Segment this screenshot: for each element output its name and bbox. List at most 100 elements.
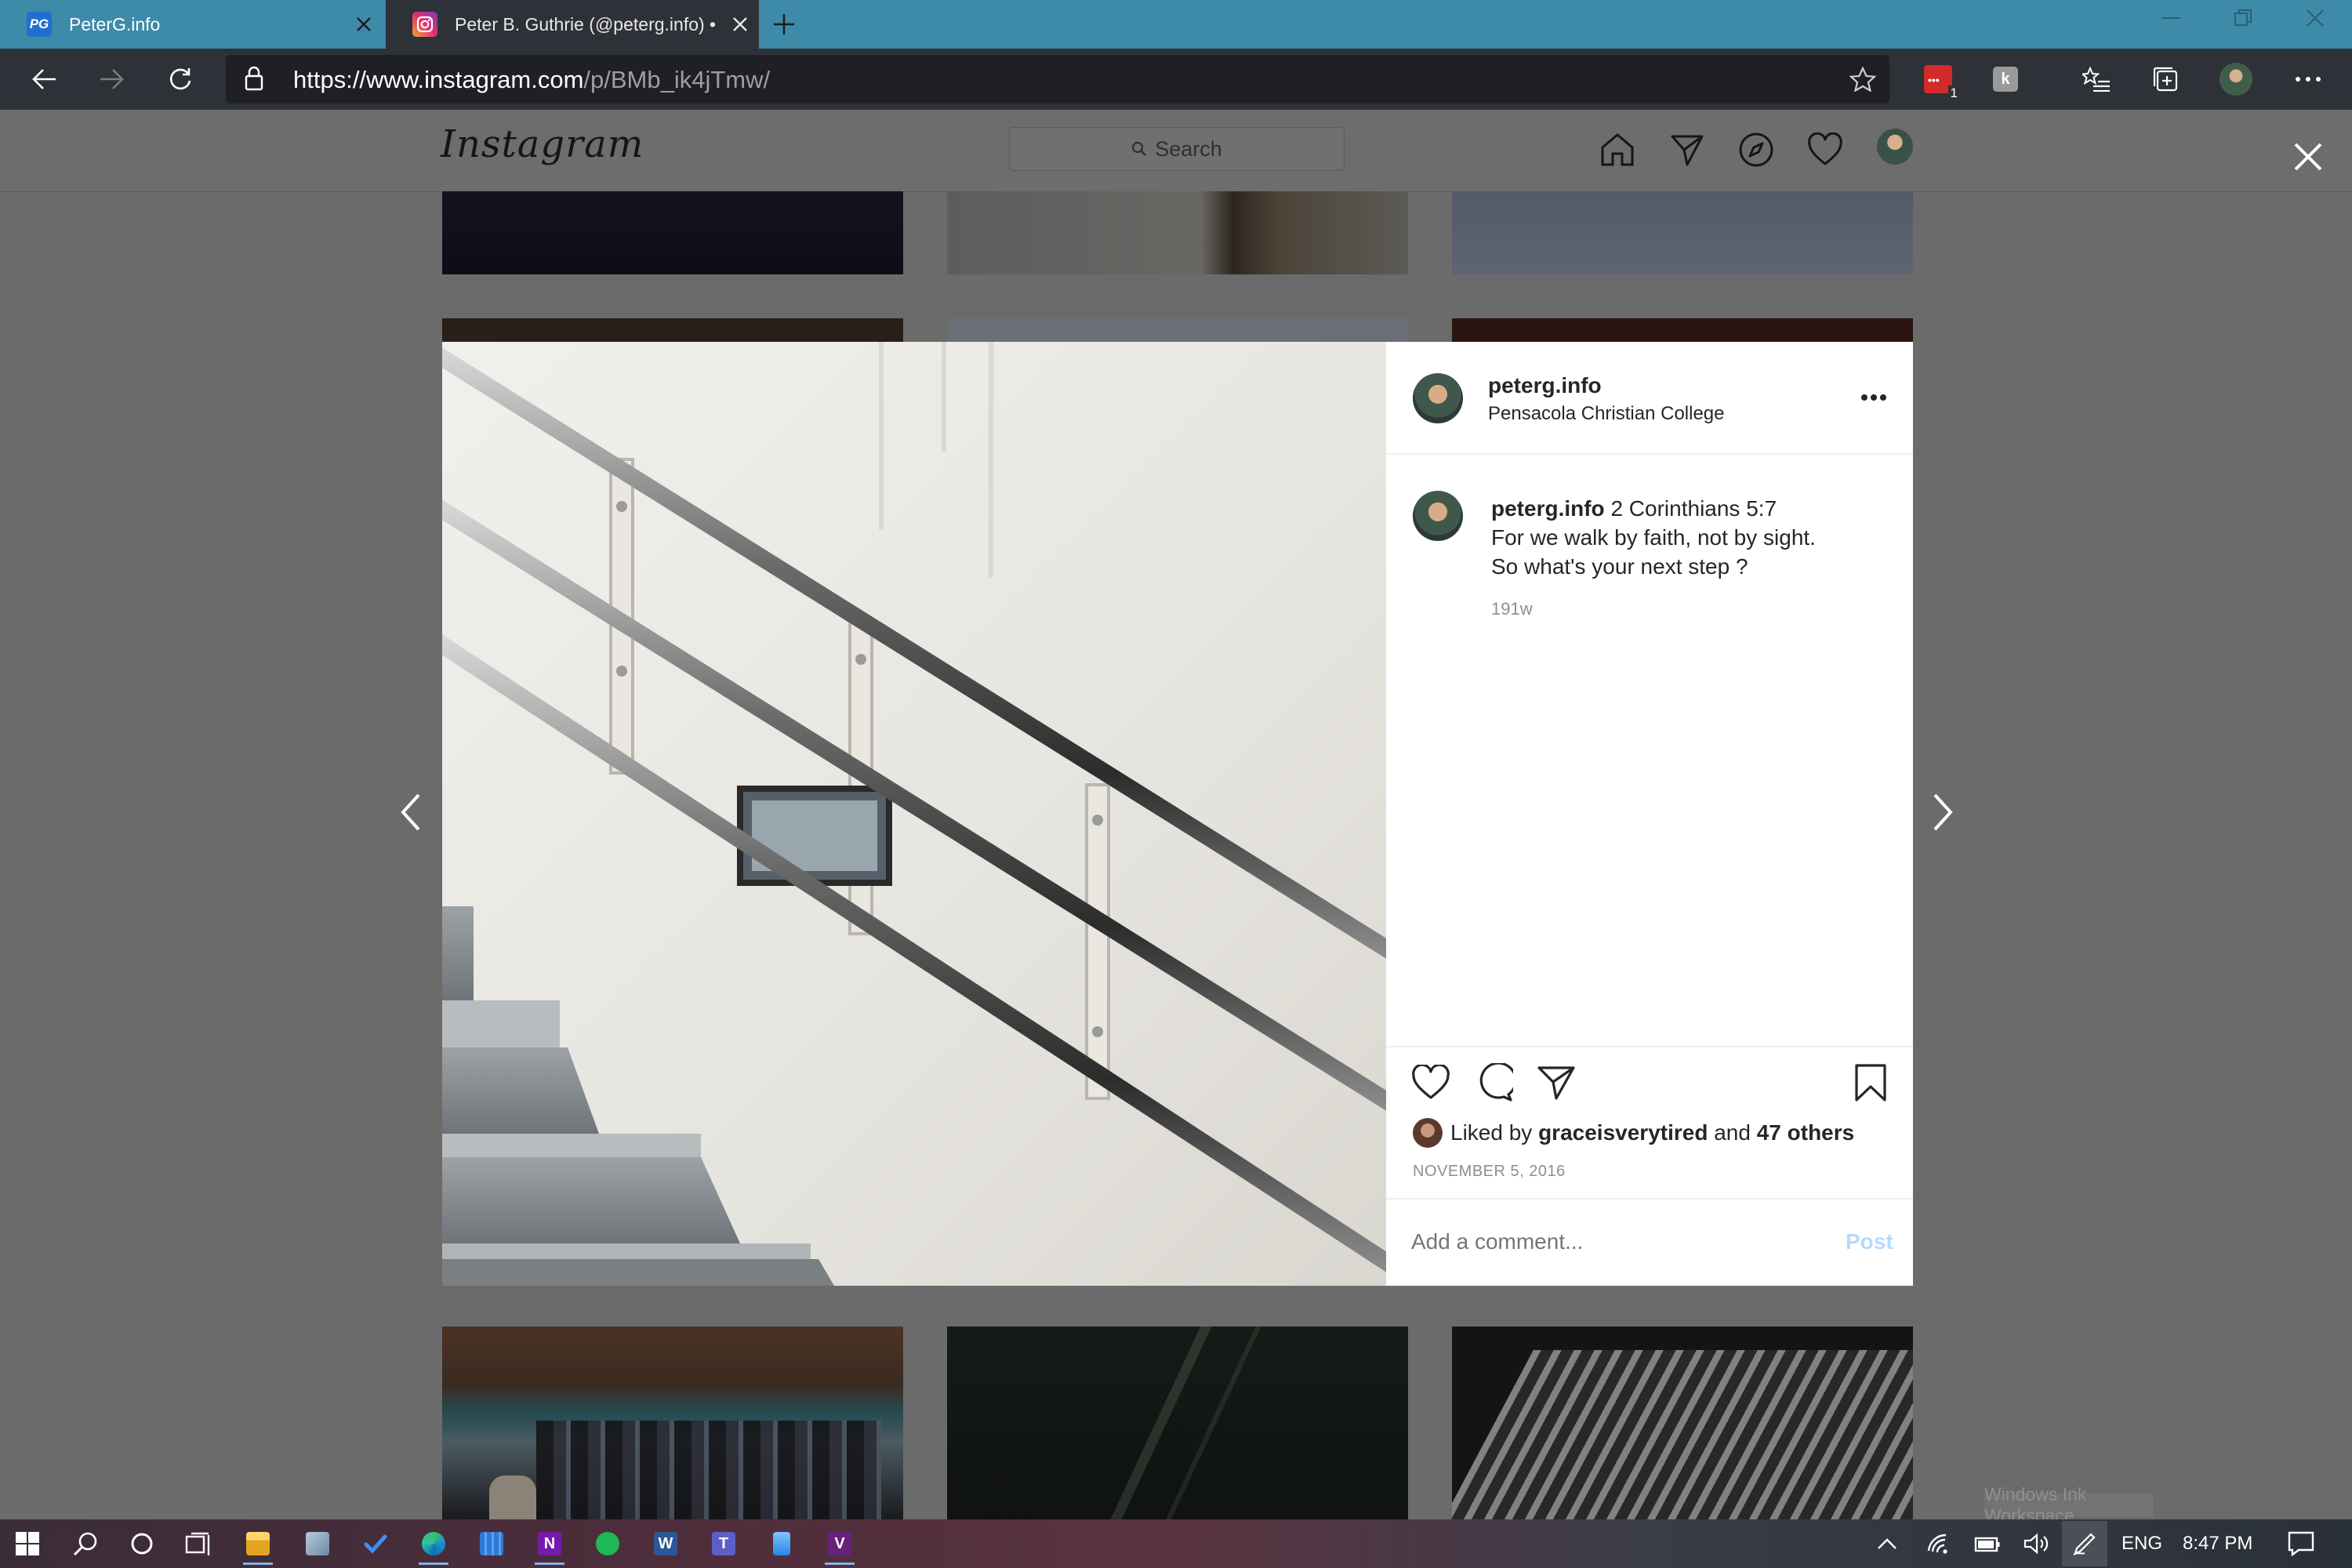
ink-workspace-icon[interactable] — [2062, 1521, 2107, 1566]
more-options-icon[interactable] — [1858, 386, 1889, 409]
peterg-favicon: PG — [27, 12, 52, 37]
edge-icon[interactable] — [411, 1521, 456, 1566]
minimize-button[interactable] — [2136, 0, 2206, 36]
post-comment-button[interactable]: Post — [1846, 1229, 1893, 1254]
tab-title: PeterG.info — [69, 13, 161, 34]
author-avatar[interactable] — [1413, 373, 1463, 423]
grid-thumbnail[interactable] — [442, 1327, 903, 1519]
tab-instagram-post[interactable]: Peter B. Guthrie (@peterg.info) • — [386, 0, 759, 49]
forward-button[interactable] — [89, 56, 136, 103]
comment-divider — [1386, 1198, 1913, 1200]
calendar-app-icon[interactable] — [469, 1521, 514, 1566]
extension-badge: 1 — [1947, 85, 1960, 101]
close-modal-icon[interactable] — [2286, 135, 2330, 179]
previous-post-icon[interactable] — [387, 781, 434, 844]
file-explorer-icon[interactable] — [235, 1521, 281, 1566]
action-center-icon[interactable] — [2278, 1521, 2324, 1566]
language-text: ENG — [2122, 1533, 2163, 1554]
new-tab-button[interactable] — [767, 8, 801, 41]
grid-thumbnail[interactable] — [1452, 318, 1913, 342]
grid-thumbnail[interactable] — [947, 318, 1408, 342]
task-view-icon[interactable] — [176, 1521, 221, 1566]
battery-icon[interactable] — [1965, 1521, 2010, 1566]
caption-age[interactable]: 191w — [1491, 599, 1533, 619]
grid-thumbnail[interactable] — [1452, 191, 1913, 274]
tab-title: Peter B. Guthrie (@peterg.info) • — [455, 13, 717, 34]
search-icon — [1132, 141, 1147, 156]
tab-peterg-info[interactable]: PG PeterG.info — [0, 0, 383, 49]
next-post-icon[interactable] — [1919, 781, 1966, 844]
lock-icon[interactable] — [245, 66, 263, 91]
collections-icon[interactable] — [2142, 56, 2189, 103]
restore-button[interactable] — [2208, 0, 2278, 36]
search-input[interactable]: Search — [1009, 127, 1345, 171]
search-placeholder: Search — [1155, 136, 1222, 161]
close-tab-icon[interactable] — [721, 16, 759, 33]
grid-thumbnail[interactable] — [442, 318, 903, 342]
post-photo[interactable] — [442, 342, 1386, 1286]
caption-avatar[interactable] — [1413, 491, 1463, 541]
activity-heart-icon[interactable] — [1806, 130, 1845, 169]
extension-k-icon[interactable]: k — [1982, 56, 2029, 103]
liker-username[interactable]: graceisverytired — [1538, 1120, 1708, 1145]
actions-divider — [1386, 1046, 1913, 1047]
caption-username[interactable]: peterg.info — [1491, 496, 1605, 521]
start-button[interactable] — [5, 1521, 50, 1566]
grid-thumbnail[interactable] — [442, 191, 903, 274]
clock[interactable]: 8:47 PM — [2183, 1533, 2252, 1555]
refresh-button[interactable] — [157, 56, 204, 103]
post-location[interactable]: Pensacola Christian College — [1488, 403, 1725, 425]
likes-prefix: Liked by — [1450, 1120, 1533, 1145]
like-heart-icon[interactable] — [1411, 1065, 1450, 1101]
extension-calendar-icon[interactable]: ••• 1 — [1915, 56, 1962, 103]
home-icon[interactable] — [1598, 130, 1637, 169]
url-path: /p/BMb_ik4jTmw/ — [583, 66, 771, 93]
grid-thumbnail[interactable] — [947, 191, 1408, 274]
instagram-logo[interactable]: Instagram — [441, 122, 644, 166]
visual-studio-icon[interactable]: V — [817, 1521, 862, 1566]
save-bookmark-icon[interactable] — [1853, 1063, 1888, 1102]
direct-icon[interactable] — [1668, 130, 1707, 169]
notepad-icon[interactable] — [759, 1521, 804, 1566]
url-host: https://www.instagram.com — [293, 66, 584, 93]
post-date[interactable]: NOVEMBER 5, 2016 — [1413, 1163, 1566, 1181]
caption: peterg.info 2 Corinthians 5:7 For we wal… — [1491, 494, 1883, 581]
staircase-railing-image — [442, 342, 1386, 1286]
instagram-favicon — [412, 12, 437, 37]
teams-icon[interactable]: T — [701, 1521, 746, 1566]
profile-avatar[interactable] — [2212, 56, 2259, 103]
url-text[interactable]: https://www.instagram.com/p/BMb_ik4jTmw/ — [293, 66, 770, 94]
favorite-star-icon[interactable] — [1839, 56, 1886, 103]
grid-thumbnail[interactable] — [947, 1327, 1408, 1519]
likes-others[interactable]: 47 others — [1757, 1120, 1855, 1145]
remote-desktop-icon[interactable] — [295, 1521, 340, 1566]
word-icon[interactable]: W — [643, 1521, 688, 1566]
show-hidden-icons[interactable] — [1864, 1521, 1910, 1566]
onenote-icon[interactable]: N — [527, 1521, 572, 1566]
author-username[interactable]: peterg.info — [1488, 373, 1602, 398]
back-button[interactable] — [20, 56, 67, 103]
instagram-profile-avatar[interactable] — [1877, 129, 1913, 165]
spotify-icon[interactable] — [585, 1521, 630, 1566]
comment-input[interactable] — [1411, 1220, 1819, 1264]
wifi-icon[interactable] — [1915, 1521, 1960, 1566]
caption-line-1: 2 Corinthians 5:7 — [1610, 496, 1777, 521]
grid-thumbnail[interactable] — [1452, 1327, 1913, 1519]
caption-line-3: So what's your next step ? — [1491, 554, 1748, 579]
language-indicator[interactable]: ENG — [2122, 1533, 2162, 1555]
cortana-icon[interactable] — [119, 1521, 165, 1566]
likes-summary: Liked by graceisverytired and 47 others — [1450, 1120, 1854, 1145]
likes-joiner: and — [1714, 1120, 1751, 1145]
favorites-list-icon[interactable] — [2073, 56, 2120, 103]
liker-avatar[interactable] — [1413, 1118, 1443, 1148]
more-menu-icon[interactable] — [2285, 56, 2332, 103]
share-icon[interactable] — [1537, 1065, 1576, 1101]
close-window-button[interactable] — [2280, 0, 2350, 36]
volume-icon[interactable] — [2013, 1521, 2059, 1566]
caption-line-2: For we walk by faith, not by sight. — [1491, 525, 1816, 550]
close-tab-icon[interactable] — [345, 16, 383, 33]
search-icon[interactable] — [63, 1521, 108, 1566]
todo-icon[interactable] — [353, 1521, 398, 1566]
comment-icon[interactable] — [1474, 1063, 1513, 1102]
explore-icon[interactable] — [1737, 130, 1776, 169]
